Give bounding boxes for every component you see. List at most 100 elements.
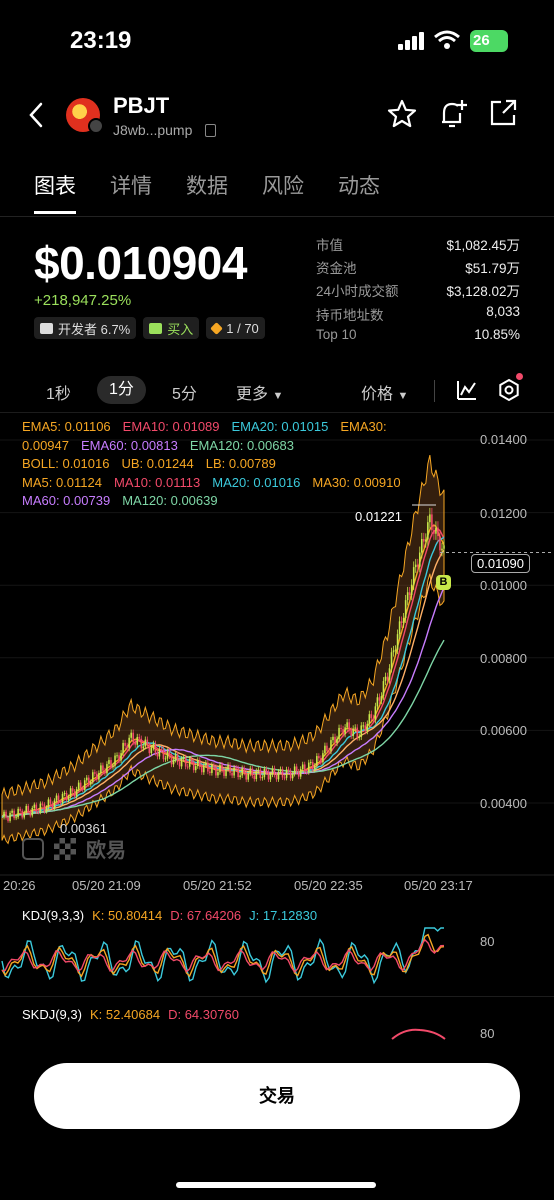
candle [287,769,290,771]
ema120-label: EMA120: 0.00683 [189,437,294,453]
kdj-chart[interactable] [0,926,450,996]
candle [307,762,310,773]
candle [243,768,245,773]
stat-row: 持币地址数 8,033 [316,303,520,323]
tab-details[interactable]: 详情 [110,170,152,214]
candle [360,725,363,737]
candle [219,764,221,773]
candle [21,810,23,818]
candle [301,764,304,769]
candle [77,782,80,790]
notification-dot [516,373,523,380]
stat-row: 市值 $1,082.45万 [316,238,520,253]
candle [338,727,340,739]
candle [410,584,413,595]
settings-icon[interactable] [497,378,521,402]
candle [164,758,167,760]
tab-chart[interactable]: 图表 [34,170,76,214]
candle [372,718,375,720]
interval-more[interactable]: 更多 ▼ [236,380,283,404]
x-tick-label: 05/20 23:17 [404,878,473,893]
skdj-tick: 80 [480,1026,495,1041]
x-tick-label: 05/20 21:52 [183,878,252,893]
candle [354,727,356,729]
candle [257,769,260,771]
candle [318,756,320,759]
dev-tag[interactable]: 开发者 6.7% [34,317,137,339]
candle [370,714,373,719]
candle [340,727,342,730]
candle [309,762,312,764]
candle [213,765,215,767]
candle [104,770,106,774]
candle [271,768,274,775]
status-bar: 23:19 26 [0,0,554,80]
candle [251,768,254,776]
candle [425,539,427,542]
candle [43,804,46,812]
dev-tag-label: 开发者 6.7% [58,321,131,337]
candle [394,649,397,651]
candle [100,765,102,774]
interval-1s[interactable]: 1秒 [46,380,71,404]
ema60-label: EMA60: 0.00813 [81,437,178,453]
candle [73,791,76,797]
candle [87,777,90,785]
candle [281,769,284,778]
candle [433,530,435,534]
candle [237,768,239,778]
candle [364,725,367,732]
candle [7,817,9,821]
current-price: $0.010904 [34,237,247,289]
candle [71,788,74,792]
tab-risk[interactable]: 风险 [262,170,304,214]
candle [265,768,268,773]
back-icon[interactable] [28,102,44,128]
interval-1m[interactable]: 1分 [97,376,146,404]
candle [404,600,407,618]
expand-icon[interactable] [22,837,44,860]
candle [336,738,338,744]
market-stats: 市值 $1,082.45万 资金池 $51.79万 24小时成交额 $3,128.02… [316,234,520,350]
candle [384,676,387,682]
tab-data[interactable]: 数据 [186,170,228,214]
candle [192,761,195,771]
candle [289,770,292,779]
tab-activity[interactable]: 动态 [338,170,380,214]
ma5-label: MA5: 0.01124 [22,474,102,490]
candle [312,762,314,770]
candle [382,681,385,697]
candle [390,652,393,669]
buy-tag[interactable]: 买入 [143,317,200,339]
candle [233,767,235,776]
x-tick-label: 20:26 [3,878,36,893]
candle [118,755,120,761]
candle [386,676,389,680]
watermark: 欧易 [22,834,126,863]
rank-tag-label: 1 / 70 [226,320,259,336]
rank-tag[interactable]: 1 / 70 [206,317,265,339]
candle [170,756,173,765]
star-icon[interactable] [386,98,418,130]
x-tick-label: 05/20 21:09 [72,878,141,893]
candle [388,668,391,680]
copy-icon[interactable] [205,124,216,137]
ma120-label: MA120: 0.00639 [122,493,218,508]
trade-button[interactable]: 交易 [34,1063,520,1129]
wifi-icon [434,30,460,49]
share-icon[interactable] [488,98,518,128]
candle [420,539,423,553]
candle [196,760,199,767]
candle [368,714,371,724]
skdj-legend: SKDJ(9,3) K: 52.40684 D: 64.30760 [22,1007,239,1022]
price-toggle[interactable]: 价格 ▼ [361,380,408,404]
indicator-icon[interactable] [456,379,478,401]
candle [41,803,44,805]
candle [380,696,383,701]
candle [334,736,336,744]
interval-5m[interactable]: 5分 [172,380,197,404]
candle [247,773,250,780]
candle [61,793,64,804]
alert-bell-icon[interactable] [436,98,470,132]
candle [85,777,88,781]
